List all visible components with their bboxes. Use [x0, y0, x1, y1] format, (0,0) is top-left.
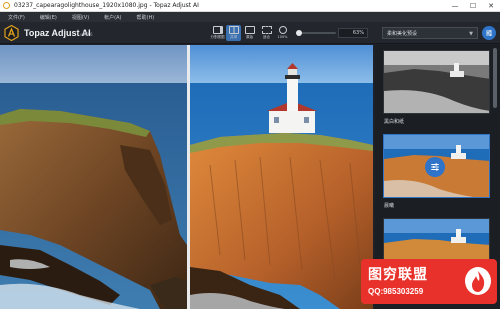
- zoom-100-label: 100%: [277, 35, 288, 39]
- original-label: 原始: [246, 35, 253, 39]
- preview-photo: [190, 45, 373, 309]
- watermark-subtitle: QQ:985303259: [368, 287, 424, 296]
- flame-icon: [472, 271, 485, 292]
- title-bar: 03237_capearagolighthouse_1920x1080.jpg …: [0, 0, 500, 12]
- chevron-down-icon: ▼: [469, 31, 473, 37]
- minimize-button[interactable]: —: [446, 0, 464, 12]
- window-title: 03237_capearagolighthouse_1920x1080.jpg …: [14, 2, 199, 9]
- side-by-side-button[interactable]: 并排: [226, 25, 241, 41]
- preview-image-pane[interactable]: [190, 45, 373, 309]
- preset-thumbnail-1[interactable]: [383, 50, 490, 114]
- watermark: 图穷联盟 QQ:985303259: [361, 259, 497, 304]
- maximize-button[interactable]: ☐: [464, 0, 482, 12]
- split-view-label: 分割视图: [210, 35, 225, 39]
- menu-edit[interactable]: 编辑(E): [40, 14, 57, 21]
- menu-file[interactable]: 文件(F): [8, 14, 25, 21]
- menu-bar: 文件(F) 编辑(E) 视图(V) 帐户(A) 帮助(H): [0, 12, 500, 22]
- settings-button[interactable]: [482, 26, 496, 40]
- original-image-pane[interactable]: [0, 45, 187, 309]
- split-view-icon: [212, 26, 223, 34]
- preset-thumbnail-image: [384, 51, 489, 113]
- menu-account[interactable]: 帐户(A): [104, 14, 121, 21]
- zoom-slider-knob[interactable]: [296, 30, 302, 36]
- original-button[interactable]: 原始: [242, 25, 257, 41]
- side-by-side-icon: [228, 26, 239, 34]
- actual-size-icon: [278, 26, 287, 34]
- fit-button[interactable]: 适合: [259, 25, 274, 41]
- preset-select-value: 柔和美化预设: [387, 30, 418, 37]
- zoom-field[interactable]: 63%: [338, 28, 368, 38]
- zoom-slider[interactable]: [296, 30, 336, 36]
- menu-view[interactable]: 视图(V): [72, 14, 89, 21]
- fit-label: 适合: [263, 35, 270, 39]
- preset-thumbnail-3[interactable]: [383, 218, 490, 262]
- menu-help[interactable]: 帮助(H): [137, 14, 155, 21]
- app-window: 03237_capearagolighthouse_1920x1080.jpg …: [0, 0, 500, 309]
- sliders-icon: [486, 30, 492, 36]
- topaz-logo-icon: [4, 25, 19, 41]
- preset-label-2: 晨曦: [384, 203, 395, 209]
- app-version: v1.0.6: [80, 32, 93, 37]
- sliders-icon: [431, 163, 439, 171]
- image-icon: [244, 26, 255, 34]
- preset-label-1: 黑白和纸: [384, 119, 405, 125]
- side-by-side-label: 并排: [230, 35, 237, 39]
- preset-select[interactable]: 柔和美化预设 ▼: [382, 27, 478, 39]
- preset-adjust-button[interactable]: [425, 157, 445, 177]
- toolbar: Topaz Adjust AI v1.0.6 分割视图 并排 原始 适合 100…: [0, 22, 500, 44]
- original-photo: [0, 45, 187, 309]
- close-button[interactable]: ✕: [482, 0, 500, 12]
- zoom-100-button[interactable]: 100%: [275, 25, 290, 41]
- fit-icon: [261, 26, 272, 34]
- preset-thumbnail-image: [384, 219, 489, 262]
- app-icon: [3, 2, 10, 9]
- presets-scrollbar[interactable]: [493, 48, 497, 108]
- watermark-title: 图穷联盟: [368, 266, 428, 282]
- flame-logo-icon: [465, 267, 491, 295]
- split-view-button[interactable]: 分割视图: [210, 25, 225, 41]
